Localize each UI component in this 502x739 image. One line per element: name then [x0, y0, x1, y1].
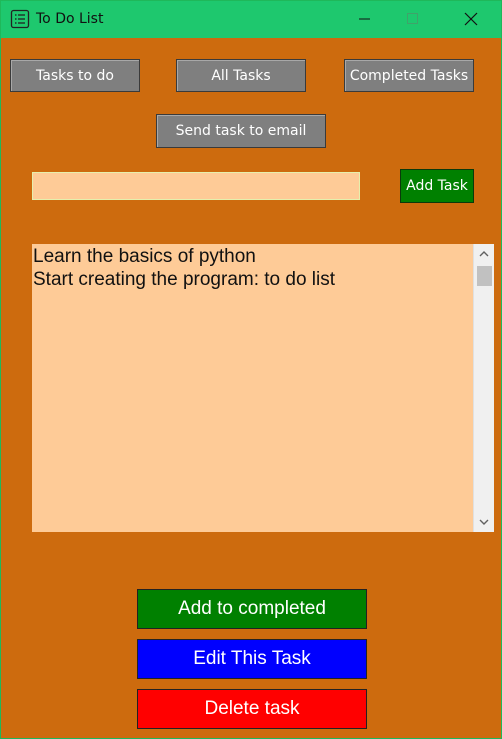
minimize-button[interactable] — [342, 1, 388, 37]
send-task-to-email-button[interactable]: Send task to email — [156, 114, 326, 148]
title-bar[interactable]: To Do List — [1, 1, 501, 38]
list-item[interactable]: Start creating the program: to do list — [33, 268, 335, 291]
maximize-button[interactable] — [390, 1, 436, 37]
delete-task-button[interactable]: Delete task — [137, 689, 367, 729]
completed-tasks-button[interactable]: Completed Tasks — [344, 59, 474, 92]
tasks-to-do-button[interactable]: Tasks to do — [10, 59, 140, 92]
window-title: To Do List — [36, 11, 104, 27]
new-task-input[interactable] — [32, 172, 360, 200]
add-to-completed-button[interactable]: Add to completed — [137, 589, 367, 629]
edit-task-button[interactable]: Edit This Task — [137, 639, 367, 679]
scrollbar[interactable] — [473, 244, 494, 532]
maximize-icon — [407, 13, 418, 24]
all-tasks-button[interactable]: All Tasks — [176, 59, 306, 92]
close-icon — [464, 12, 478, 26]
list-icon — [10, 9, 30, 29]
app-window: To Do List Tasks to do All Tasks Complet… — [0, 0, 502, 739]
scroll-up-button[interactable] — [474, 244, 494, 264]
chevron-up-icon — [479, 251, 489, 257]
scroll-down-button[interactable] — [474, 512, 494, 532]
close-button[interactable] — [448, 1, 494, 37]
chevron-down-icon — [479, 519, 489, 525]
scroll-thumb[interactable] — [477, 266, 492, 286]
minimize-icon — [359, 18, 370, 20]
add-task-button[interactable]: Add Task — [400, 169, 474, 203]
list-item[interactable]: Learn the basics of python — [33, 245, 256, 268]
task-list[interactable]: Learn the basics of python Start creatin… — [32, 244, 494, 532]
